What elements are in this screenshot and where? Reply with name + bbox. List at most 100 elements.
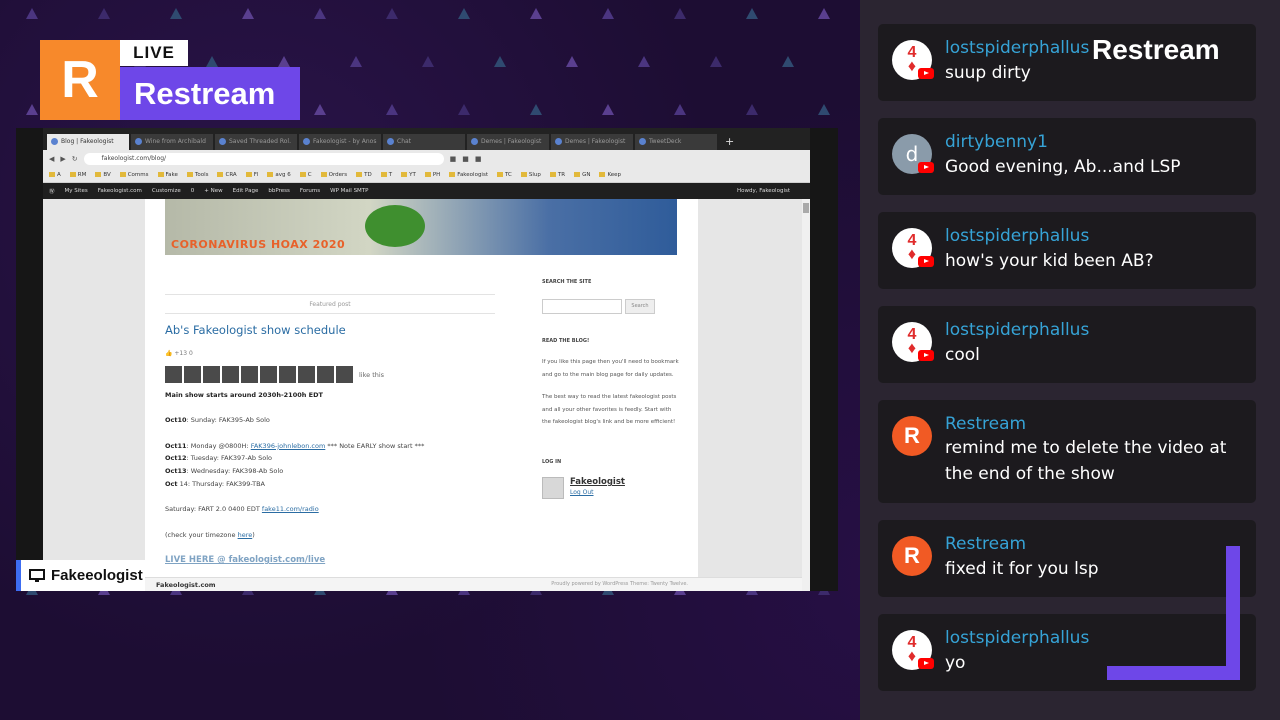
back-icon[interactable]: ◀	[49, 155, 54, 163]
wp-menu-item[interactable]: Fakeologist.com	[98, 188, 142, 194]
chat-message: 4 ♦ lostspiderphallus how's your kid been…	[878, 212, 1256, 289]
search-heading: SEARCH THE SITE	[542, 279, 592, 285]
browser-tab[interactable]: Wine from Archibald	[131, 134, 213, 150]
read-blog-text: If you like this page then you'll need t…	[542, 359, 679, 378]
wp-howdy[interactable]: Howdy, Fakeologist	[737, 188, 810, 194]
bookmark-item[interactable]: Tools	[186, 172, 208, 178]
monitor-icon	[29, 568, 45, 582]
page-content: CORONAVIRUS HOAX 2020 Featured post Ab's…	[145, 199, 698, 591]
bookmark-item[interactable]: TC	[496, 172, 512, 178]
page-scrollbar[interactable]	[802, 199, 810, 591]
browser-tab[interactable]: Chat	[383, 134, 465, 150]
wp-menu-item[interactable]: + New	[204, 188, 222, 194]
liker-avatar[interactable]	[241, 366, 258, 383]
toolbar: ◀ ▶ ↻ fakeologist.com/blog/ ■ ■ ■	[43, 150, 810, 167]
bookmark-item[interactable]: Comms	[119, 172, 149, 178]
bookmark-item[interactable]: Orders	[320, 172, 347, 178]
schedule-line: Oct11: Monday @0800H: FAK396-johnlebon.c…	[165, 441, 425, 450]
footer-credit: Proudly powered by WordPress Theme: Twen…	[551, 581, 688, 587]
site-search-input[interactable]	[542, 299, 622, 314]
banner-text: CORONAVIRUS HOAX 2020	[171, 238, 346, 251]
restream-avatar: R	[892, 536, 932, 576]
forward-icon[interactable]: ▶	[60, 155, 65, 163]
bookmark-item[interactable]: GN	[574, 172, 590, 178]
feedly-text: The best way to read the latest fakeolog…	[542, 394, 677, 426]
bookmark-item[interactable]: PH	[424, 172, 440, 178]
liker-avatar[interactable]	[203, 366, 220, 383]
bookmark-item[interactable]: C	[299, 172, 312, 178]
logout-link[interactable]: Log Out	[570, 489, 625, 496]
bookmark-item[interactable]: T	[380, 172, 392, 178]
live-here-link[interactable]: LIVE HERE @ fakeologist.com/live	[165, 555, 325, 565]
wp-menu-item[interactable]: Forums	[300, 188, 320, 194]
schedule-line: Oct 14: Thursday: FAK399-TBA	[165, 479, 265, 488]
reload-icon[interactable]: ↻	[72, 155, 78, 163]
liker-avatar[interactable]	[336, 366, 353, 383]
like-this-label: like this	[359, 370, 385, 379]
restream-live-logo: R LIVE Restream	[40, 40, 300, 120]
wp-menu-item[interactable]: Customize	[152, 188, 181, 194]
chat-author: lostspiderphallus	[945, 628, 1090, 648]
liker-avatar[interactable]	[317, 366, 334, 383]
bookmark-item[interactable]: A	[49, 172, 61, 178]
browser-tab[interactable]: Fakeologist - by Anos	[299, 134, 381, 150]
bookmark-item[interactable]: Fake	[157, 172, 178, 178]
chat-text: remind me to delete the video at the end…	[945, 438, 1227, 484]
bookmark-item[interactable]: Fakeologist	[449, 172, 488, 178]
bookmark-item[interactable]: BV	[95, 172, 111, 178]
radio-link[interactable]: fake11.com/radio	[262, 505, 319, 513]
chat-text: yo	[945, 653, 966, 673]
bookmark-item[interactable]: RM	[69, 172, 86, 178]
extension-icon[interactable]: ■	[450, 155, 457, 163]
chat-message: R Restream remind me to delete the video…	[878, 400, 1256, 503]
bookmark-item[interactable]: Slup	[520, 172, 541, 178]
browser-tab[interactable]: TweetDeck	[635, 134, 717, 150]
browser-tab[interactable]: Demes | Fakeologist	[551, 134, 633, 150]
browser-tab[interactable]: Saved Threaded Rol.	[215, 134, 297, 150]
wp-menu-item[interactable]: bbPress	[268, 188, 289, 194]
liker-avatar[interactable]	[279, 366, 296, 383]
new-tab-icon[interactable]: +	[719, 135, 740, 150]
bookmark-item[interactable]: TD	[356, 172, 372, 178]
bookmark-item[interactable]: TR	[549, 172, 565, 178]
likes-count: 👍 +13 0	[165, 350, 193, 357]
footer-site-name[interactable]: Fakeologist.com	[156, 581, 216, 589]
browser-tab[interactable]: Blog | Fakeologist	[47, 134, 129, 150]
logo-mark: R	[40, 40, 120, 120]
liker-avatar[interactable]	[184, 366, 201, 383]
extension-icon[interactable]: ■	[475, 155, 482, 163]
live-badge: LIVE	[120, 40, 188, 66]
bookmark-item[interactable]: Fl	[245, 172, 258, 178]
bookmarks-bar: A RM BV Comms Fake Tools CRA Fl avg 6 C …	[43, 167, 810, 183]
source-name-tag: Fakeeologist	[16, 560, 145, 591]
bookmark-item[interactable]: YT	[401, 172, 416, 178]
liker-avatar[interactable]	[298, 366, 315, 383]
liker-avatar[interactable]	[222, 366, 239, 383]
chat-author: Restream	[945, 534, 1027, 554]
chat-author: lostspiderphallus	[945, 38, 1090, 58]
chat-author: dirtybenny1	[945, 132, 1048, 152]
bookmark-item[interactable]: Keep	[599, 172, 621, 178]
post-title[interactable]: Ab's Fakeologist show schedule	[165, 323, 346, 337]
web-page: CORONAVIRUS HOAX 2020 Featured post Ab's…	[43, 199, 810, 591]
wp-menu-item[interactable]: My Sites	[65, 188, 88, 194]
user-name-link[interactable]: Fakeologist	[570, 477, 625, 487]
bookmark-item[interactable]: avg 6	[267, 172, 291, 178]
liker-avatar[interactable]	[165, 366, 182, 383]
extension-icon[interactable]: ■	[462, 155, 469, 163]
address-bar[interactable]: fakeologist.com/blog/	[83, 152, 444, 165]
browser-tab[interactable]: Demes | Fakeologist	[467, 134, 549, 150]
bookmark-item[interactable]: CRA	[217, 172, 237, 178]
episode-link[interactable]: FAK396-johnlebon.com	[251, 442, 326, 450]
youtube-icon	[918, 256, 934, 267]
wp-menu-item[interactable]: Edit Page	[233, 188, 259, 194]
site-search-button[interactable]: Search	[625, 299, 655, 314]
timezone-link[interactable]: here	[238, 531, 253, 539]
chat-author: lostspiderphallus	[945, 226, 1090, 246]
source-name: Fakeeologist	[51, 567, 143, 584]
liker-avatar[interactable]	[260, 366, 277, 383]
restream-watermark: Restream	[1092, 34, 1220, 65]
wp-menu-item[interactable]: WP Mail SMTP	[330, 188, 368, 194]
wordpress-icon[interactable]: Ⓦ	[49, 187, 55, 195]
wp-menu-item[interactable]: 0	[191, 188, 195, 194]
